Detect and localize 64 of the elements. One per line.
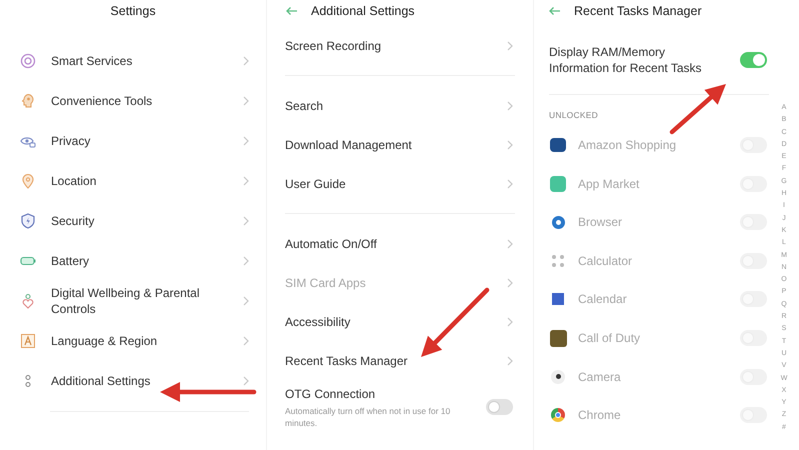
settings-item[interactable]: Security <box>0 201 266 241</box>
app-name: Calculator <box>578 252 634 270</box>
chevron-right-icon <box>243 296 249 306</box>
setting-description: Automatically turn off when not in use for 10 minutes. <box>285 405 452 429</box>
chevron-right-icon <box>243 336 249 346</box>
app-name: Camera <box>578 368 622 386</box>
letter-a-icon <box>20 333 36 349</box>
settings-item[interactable]: Search <box>267 86 533 125</box>
chevron-right-icon <box>507 278 513 288</box>
chevron-right-icon <box>507 100 513 110</box>
head-icon <box>20 93 36 109</box>
chevron-right-icon <box>507 316 513 326</box>
chevron-right-icon <box>243 96 249 106</box>
settings-item[interactable]: Automatic On/Off <box>267 224 533 263</box>
back-arrow-icon[interactable] <box>285 6 298 16</box>
settings-item[interactable]: Battery <box>0 241 266 281</box>
app-name: App Market <box>578 176 640 193</box>
settings-item[interactable]: Privacy <box>0 121 266 161</box>
back-arrow-icon[interactable] <box>548 6 561 16</box>
screen-title: Settings <box>110 2 156 20</box>
settings-item[interactable]: Location <box>0 161 266 201</box>
app-name: Browser <box>578 214 624 232</box>
app-name: Calendar <box>578 291 628 308</box>
settings-item[interactable]: Convenience Tools <box>0 81 266 121</box>
chevron-right-icon <box>507 40 513 50</box>
app-name: Amazon Shopping <box>578 137 678 154</box>
settings-item[interactable]: User Guide <box>267 164 533 203</box>
target-icon <box>20 53 36 69</box>
toggle-switch[interactable] <box>486 399 513 415</box>
chevron-right-icon <box>243 376 249 386</box>
chevron-right-icon <box>243 216 249 226</box>
chrome-app-icon <box>551 408 565 422</box>
settings-item[interactable]: Language & Region <box>0 321 266 361</box>
toggle-switch[interactable] <box>740 52 767 68</box>
app-name: Chrome <box>578 407 622 424</box>
chevron-right-icon <box>507 356 513 366</box>
camera-app-icon <box>551 370 565 384</box>
arrow <box>421 288 490 357</box>
chevron-right-icon <box>243 256 249 266</box>
settings-item[interactable]: Screen Recording <box>267 26 533 65</box>
section-header: UNLOCKED <box>549 109 599 122</box>
settings-item[interactable]: Smart Services <box>0 41 266 81</box>
settings-item[interactable]: Download Management <box>267 125 533 164</box>
circle-app-icon <box>552 216 564 229</box>
settings-item[interactable]: Accessibility <box>267 302 533 341</box>
screen-title: Recent Tasks Manager <box>574 2 702 20</box>
arrow <box>670 84 726 134</box>
chevron-right-icon <box>507 238 513 248</box>
chevron-right-icon <box>507 140 513 150</box>
chevron-right-icon <box>243 176 249 186</box>
chevron-right-icon <box>507 178 513 188</box>
app-name: Call of Duty <box>578 330 642 348</box>
dots-app-icon <box>551 254 565 268</box>
settings-item[interactable]: Recent Tasks Manager <box>267 341 533 380</box>
setting-label: Display RAM/Memory Information for Recent Tasks <box>549 44 703 76</box>
location-pin-icon <box>20 173 36 189</box>
shield-icon <box>20 213 36 229</box>
heart-person-icon <box>20 293 36 309</box>
chevron-right-icon <box>243 136 249 146</box>
chevron-right-icon <box>243 56 249 66</box>
settings-item[interactable]: Additional Settings <box>0 361 266 401</box>
screen-title: Additional Settings <box>311 2 415 20</box>
setting-label: OTG Connection <box>285 386 376 403</box>
settings-item[interactable]: Digital Wellbeing & Parental Controls <box>0 281 266 321</box>
